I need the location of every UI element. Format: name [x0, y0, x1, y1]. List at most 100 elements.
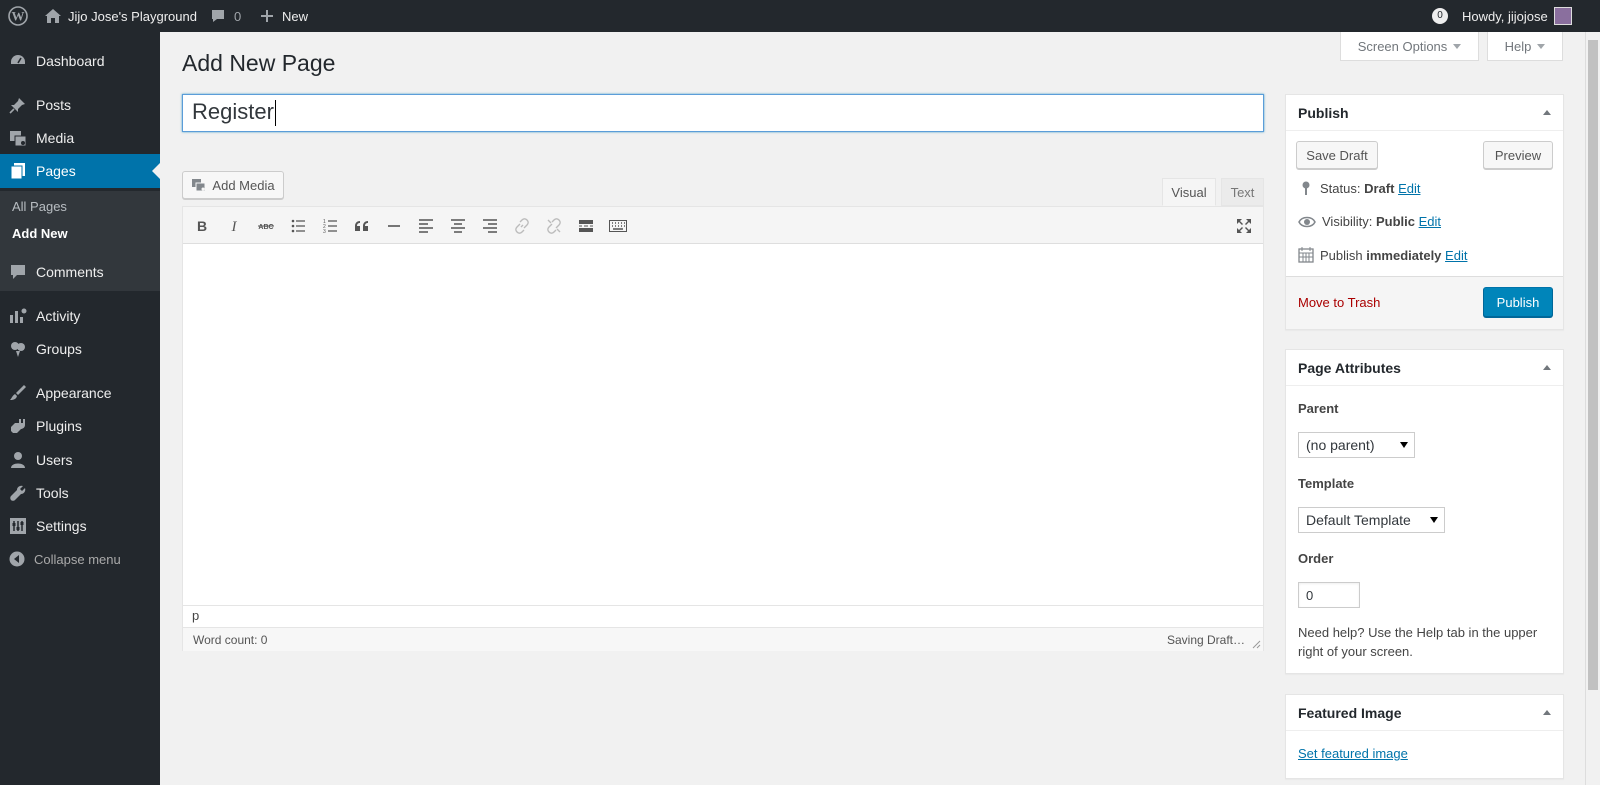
pages-icon — [10, 163, 25, 180]
resize-handle-icon[interactable] — [1251, 639, 1261, 649]
featured-image-heading-label: Featured Image — [1298, 704, 1402, 721]
calendar-icon — [1298, 247, 1314, 263]
horizontal-line-button[interactable] — [381, 213, 407, 239]
menu-item-settings[interactable]: Settings — [0, 509, 160, 543]
menu-item-comments[interactable]: Comments — [0, 255, 160, 289]
blockquote-button[interactable] — [349, 213, 375, 239]
collapse-icon — [9, 551, 25, 567]
page-scrollbar[interactable] — [1585, 32, 1600, 785]
menu-item-plugins[interactable]: Plugins — [0, 409, 160, 443]
align-right-button[interactable] — [477, 213, 503, 239]
screen-options-button[interactable]: Screen Options — [1340, 32, 1479, 61]
publish-button[interactable]: Publish — [1483, 287, 1553, 317]
add-media-button[interactable]: Add Media — [182, 171, 284, 199]
save-draft-button[interactable]: Save Draft — [1296, 141, 1378, 169]
help-text: Need help? Use the Help tab in the upper… — [1298, 625, 1538, 659]
publish-heading[interactable]: Publish — [1286, 95, 1563, 131]
content-editor[interactable]: B I ABC 123 p Word count: 0 Saving Draft… — [182, 206, 1264, 651]
order-input[interactable]: 0 — [1298, 582, 1360, 608]
template-select[interactable]: Default Template — [1298, 507, 1445, 533]
publish-box: Publish Save Draft Preview Status: Draft… — [1285, 94, 1564, 330]
menu-label: Comments — [36, 264, 104, 280]
page-attributes-heading[interactable]: Page Attributes — [1286, 350, 1563, 386]
menu-label: Settings — [36, 518, 87, 534]
set-featured-image-link[interactable]: Set featured image — [1298, 746, 1408, 761]
notifications-count: 0 — [1432, 8, 1448, 24]
fullscreen-button[interactable] — [1231, 213, 1257, 239]
edit-schedule-link[interactable]: Edit — [1445, 248, 1467, 263]
italic-button[interactable]: I — [221, 213, 247, 239]
edit-status-link[interactable]: Edit — [1398, 181, 1420, 196]
menu-item-appearance[interactable]: Appearance — [0, 376, 160, 410]
my-account-link[interactable]: Howdy, jijojose — [1462, 0, 1572, 32]
collapse-arrow-icon[interactable] — [1543, 710, 1551, 715]
collapse-arrow-icon[interactable] — [1543, 110, 1551, 115]
add-media-icon — [192, 179, 206, 192]
menu-item-tools[interactable]: Tools — [0, 476, 160, 510]
notifications-badge[interactable]: 0 — [1432, 0, 1448, 32]
submenu-add-new[interactable]: Add New — [12, 226, 68, 241]
menu-item-activity[interactable]: Activity — [0, 299, 160, 333]
menu-item-users[interactable]: Users — [0, 443, 160, 477]
menu-item-groups[interactable]: Groups — [0, 332, 160, 366]
new-label: New — [282, 8, 309, 24]
menu-item-posts[interactable]: Posts — [0, 88, 160, 122]
admin-menu: Dashboard Posts Media Pages All Pages Ad… — [0, 32, 160, 785]
svg-text:I: I — [231, 219, 238, 234]
page-attributes-box: Page Attributes Parent (no parent) Templ… — [1285, 349, 1564, 674]
parent-select[interactable]: (no parent) — [1298, 432, 1415, 458]
submenu-all-pages[interactable]: All Pages — [12, 199, 67, 214]
scrollbar-thumb[interactable] — [1588, 40, 1598, 690]
publish-actions: Move to Trash Publish — [1286, 276, 1563, 329]
bold-button[interactable]: B — [189, 213, 215, 239]
link-icon — [515, 218, 529, 234]
groups-icon — [11, 342, 25, 357]
horizontal-line-icon — [388, 225, 400, 227]
align-center-button[interactable] — [445, 213, 471, 239]
collapse-arrow-icon[interactable] — [1543, 365, 1551, 370]
save-draft-label: Save Draft — [1306, 147, 1368, 163]
visibility-row: Visibility: Public Edit — [1298, 214, 1441, 229]
tab-visual[interactable]: Visual — [1162, 178, 1216, 206]
menu-item-pages[interactable]: Pages — [0, 154, 160, 188]
menu-label: Pages — [36, 163, 76, 179]
collapse-menu-button[interactable]: Collapse menu — [0, 542, 160, 576]
read-more-button[interactable] — [573, 213, 599, 239]
menu-item-dashboard[interactable]: Dashboard — [0, 44, 160, 78]
order-value: 0 — [1306, 587, 1314, 603]
new-content-link[interactable]: New — [260, 0, 308, 32]
wordpress-logo-icon[interactable]: W — [8, 0, 28, 32]
title-input[interactable]: Register — [182, 94, 1264, 132]
text-cursor — [274, 100, 276, 127]
align-left-button[interactable] — [413, 213, 439, 239]
menu-item-media[interactable]: Media — [0, 121, 160, 155]
tab-text[interactable]: Text — [1221, 178, 1264, 206]
svg-text:ABC: ABC — [258, 224, 273, 231]
quote-icon — [355, 221, 368, 231]
italic-icon: I — [231, 219, 238, 234]
remove-link-button[interactable] — [541, 213, 567, 239]
align-center-icon — [451, 219, 465, 233]
numbered-list-button[interactable]: 123 — [317, 213, 343, 239]
publish-button-label: Publish — [1496, 294, 1540, 310]
featured-image-box: Featured Image Set featured image — [1285, 694, 1564, 779]
numbered-list-icon: 123 — [323, 219, 337, 234]
comments-link[interactable]: 0 — [210, 0, 241, 32]
menu-label: Posts — [36, 97, 72, 113]
preview-button[interactable]: Preview — [1483, 141, 1553, 169]
visibility-label: Visibility: — [1322, 214, 1373, 229]
featured-image-heading[interactable]: Featured Image — [1286, 695, 1563, 731]
editor-path: p — [183, 605, 1263, 627]
insert-link-button[interactable] — [509, 213, 535, 239]
menu-label: Activity — [36, 308, 81, 324]
help-button[interactable]: Help — [1487, 32, 1563, 61]
menu-label: Tools — [36, 485, 69, 501]
site-name-link[interactable]: Jijo Jose's Playground — [44, 0, 197, 32]
toolbar-toggle-button[interactable] — [605, 213, 631, 239]
strikethrough-button[interactable]: ABC — [253, 213, 279, 239]
svg-text:W: W — [12, 9, 25, 24]
move-to-trash-link[interactable]: Move to Trash — [1298, 295, 1380, 310]
svg-text:3: 3 — [323, 229, 326, 234]
edit-visibility-link[interactable]: Edit — [1419, 214, 1441, 229]
bullet-list-button[interactable] — [285, 213, 311, 239]
